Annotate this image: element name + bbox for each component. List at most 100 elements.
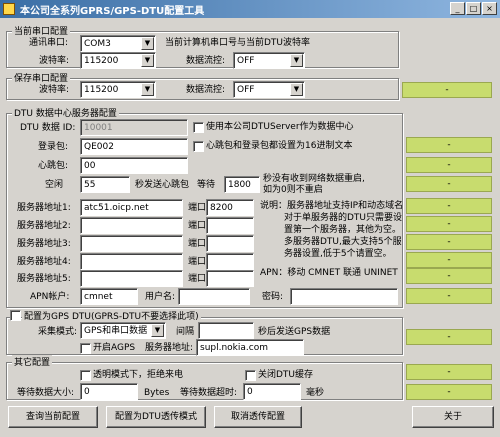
status-indicator: - [406, 268, 492, 284]
server-address-field[interactable]: atc51.oicp.net [80, 199, 183, 216]
server-port-field[interactable] [206, 270, 254, 287]
close-cache-checkbox[interactable] [245, 370, 256, 381]
wait-timeout-field[interactable]: 0 [243, 383, 301, 400]
minimize-button[interactable]: _ [450, 2, 465, 15]
window-title: 本公司全系列GPRS/GPS-DTU配置工具 [20, 6, 205, 17]
status-indicator: - [406, 198, 492, 214]
wait-size-field[interactable]: 0 [80, 383, 138, 400]
heartbeat-label: 心跳包: [38, 161, 69, 171]
gps-server-label: 服务器地址: [145, 343, 194, 353]
save-baud-label: 波特率: [39, 85, 70, 95]
gps-dtu-checkbox[interactable] [10, 310, 21, 321]
configure-dtu-button[interactable]: 配置为DTU透传模式 [106, 406, 206, 428]
wait-timeout-unit: 毫秒 [306, 388, 325, 398]
server-label: 服务器地址2: [17, 221, 71, 231]
wait-field[interactable]: 1800 [224, 176, 260, 193]
agps-checkbox[interactable] [80, 343, 91, 354]
close-button[interactable]: × [482, 2, 497, 15]
login-field[interactable]: QE002 [80, 138, 188, 155]
dtu-id-label: DTU 数据 ID: [20, 123, 76, 133]
wait-size-unit: Bytes [144, 388, 170, 398]
server-address-field[interactable] [80, 217, 183, 234]
save-flow-label: 数据流控: [186, 85, 226, 95]
title-bar[interactable]: 本公司全系列GPRS/GPS-DTU配置工具 _ □ × [0, 0, 500, 18]
baud-label: 波特率: [39, 56, 70, 66]
interval-label: 间隔 [176, 327, 195, 337]
app-icon [3, 3, 15, 15]
server-address-field[interactable] [80, 235, 183, 252]
status-indicator: - [406, 176, 492, 192]
baud-select[interactable]: 115200 ▼ [80, 52, 156, 69]
apn-label: APN帐户: [30, 292, 70, 302]
server-port-field[interactable] [206, 235, 254, 252]
pass-field[interactable] [290, 288, 398, 305]
idle-suffix: 秒发送心跳包 [135, 180, 190, 190]
flow-label: 数据流控: [186, 56, 226, 66]
close-cache-label: 关闭DTU缓存 [258, 370, 314, 380]
chevron-down-icon[interactable]: ▼ [290, 54, 303, 67]
user-label: 用户名: [145, 292, 176, 302]
dtu-server-title: DTU 数据中心服务器配置 [12, 106, 119, 119]
server-port-field[interactable] [206, 217, 254, 234]
chevron-down-icon[interactable]: ▼ [141, 37, 154, 50]
transparent-checkbox[interactable] [80, 370, 91, 381]
query-config-button[interactable]: 查询当前配置 [8, 406, 98, 428]
gps-title: 配置为GPS DTU(GPRS-DTU不要选择此项) [22, 309, 201, 322]
hex-option-checkbox[interactable] [193, 141, 204, 152]
server-port-field[interactable]: 8200 [206, 199, 254, 216]
wait-timeout-label: 等待数据超时: [180, 388, 238, 398]
port-label: 通讯串口: [29, 38, 69, 48]
save-flow-select[interactable]: OFF ▼ [233, 81, 305, 98]
heartbeat-field[interactable]: 00 [80, 157, 188, 174]
idle-field[interactable]: 55 [80, 176, 130, 193]
interval-suffix: 秒后发送GPS数据 [258, 327, 331, 337]
status-indicator: - [402, 82, 492, 98]
server-note-line: 务器设置,低于5个请置空。 [284, 249, 392, 259]
about-button[interactable]: 关于 [412, 406, 494, 428]
save-baud-select[interactable]: 115200 ▼ [80, 81, 156, 98]
hex-option-label: 心跳包和登录包都设置为16进制文本 [206, 141, 353, 151]
apn-note: APN：移动 CMNET 联通 UNINET [260, 268, 398, 278]
server-address-field[interactable] [80, 253, 183, 270]
server-port-field[interactable] [206, 253, 254, 270]
status-indicator: - [406, 288, 492, 304]
login-label: 登录包: [38, 142, 69, 152]
apn-field[interactable]: cmnet [80, 288, 138, 305]
maximize-button[interactable]: □ [466, 2, 481, 15]
interval-field[interactable] [198, 322, 254, 339]
use-company-server-checkbox[interactable] [193, 122, 204, 133]
server-address-field[interactable] [80, 270, 183, 287]
status-indicator: - [406, 137, 492, 153]
server-label: 服务器地址1: [17, 203, 71, 213]
port-select[interactable]: COM3 ▼ [80, 35, 156, 52]
status-indicator: - [406, 157, 492, 173]
user-field[interactable] [178, 288, 250, 305]
server-label: 服务器地址5: [17, 274, 71, 284]
transparent-label: 透明模式下，拒绝来电 [93, 370, 184, 380]
wait-size-label: 等待数据大小: [17, 388, 75, 398]
other-title: 其它配置 [12, 355, 53, 368]
chevron-down-icon[interactable]: ▼ [290, 83, 303, 96]
chevron-down-icon[interactable]: ▼ [151, 324, 164, 337]
dtu-id-field[interactable]: 10001 [80, 119, 188, 136]
chevron-down-icon[interactable]: ▼ [141, 83, 154, 96]
flow-select[interactable]: OFF ▼ [233, 52, 305, 69]
port-note: 当前计算机串口号与当前DTU波特率 [165, 38, 311, 48]
status-indicator: - [406, 234, 492, 250]
wait-label: 等待 [197, 180, 216, 190]
mode-label: 采集模式: [38, 327, 78, 337]
mode-select[interactable]: GPS和串口数据 ▼ [80, 322, 166, 339]
status-indicator: - [406, 329, 492, 345]
status-indicator: - [406, 252, 492, 268]
server-label: 服务器地址4: [17, 257, 71, 267]
chevron-down-icon[interactable]: ▼ [141, 54, 154, 67]
idle-label: 空闲 [45, 180, 64, 190]
gps-server-field[interactable]: supl.nokia.com [196, 339, 304, 356]
pass-label: 密码: [262, 292, 284, 302]
server-label: 服务器地址3: [17, 239, 71, 249]
status-indicator: - [406, 364, 492, 380]
use-company-server-label: 使用本公司DTUServer作为数据中心 [206, 122, 354, 132]
cancel-transparent-button[interactable]: 取消透传配置 [214, 406, 302, 428]
agps-label: 开启AGPS [93, 343, 136, 353]
status-indicator: - [406, 384, 492, 400]
